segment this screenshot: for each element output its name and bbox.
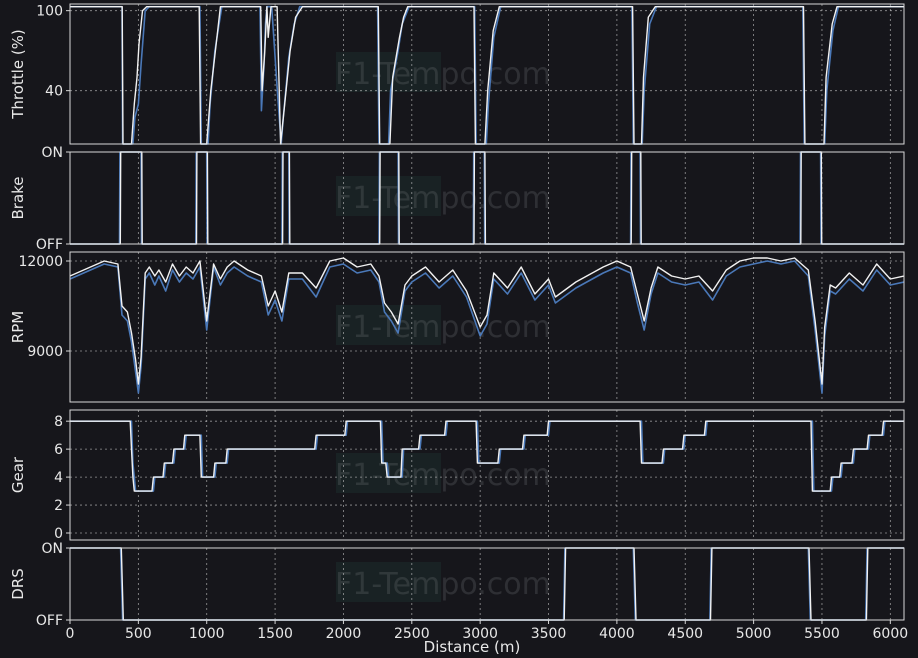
x-tick-label: 500	[125, 626, 152, 642]
x-axis-title: Distance (m)	[424, 638, 521, 656]
drs-y-tick-label: ON	[42, 541, 64, 557]
x-tick-label: 6000	[873, 626, 909, 642]
telemetry-chart: F1-Tempo.com40100Throttle (%)F1-Tempo.co…	[9, 3, 909, 656]
throttle-axis-title: Throttle (%)	[9, 29, 27, 120]
throttle-panel: F1-Tempo.com 40 100 Throttle (%)	[9, 3, 905, 145]
rpm-y-tick-label: 9000	[27, 344, 63, 360]
watermark-text: F1-Tempo.com	[335, 458, 551, 493]
rpm-y-tick-label: 12000	[18, 254, 63, 270]
x-tick-label: 5500	[804, 626, 840, 642]
x-tick-label: 4500	[667, 626, 703, 642]
x-tick-label: 4000	[599, 626, 635, 642]
throttle-y-tick-label: 40	[45, 84, 63, 100]
gear-panel: F1-Tempo.com 0 2 4 6 8 Gear	[9, 409, 905, 542]
gear-y-tick-label: 8	[54, 414, 63, 430]
brake-panel: F1-Tempo.com OFF ON Brake	[9, 145, 905, 253]
x-tick-label: 1500	[257, 626, 293, 642]
gear-axis-title: Gear	[9, 456, 27, 493]
x-tick-label: 2000	[326, 626, 362, 642]
watermark-text: F1-Tempo.com	[335, 310, 551, 345]
x-tick-label: 3500	[531, 626, 567, 642]
watermark-text: F1-Tempo.com	[335, 567, 551, 602]
drs-axis-title: DRS	[9, 568, 27, 600]
gear-y-tick-label: 6	[54, 442, 63, 458]
x-tick-label: 1000	[189, 626, 225, 642]
gear-y-tick-label: 0	[54, 526, 63, 542]
gear-y-tick-label: 4	[54, 470, 63, 486]
throttle-y-tick-label: 100	[36, 4, 63, 20]
watermark-text: F1-Tempo.com	[335, 57, 551, 92]
x-tick-label: 5000	[736, 626, 772, 642]
brake-axis-title: Brake	[9, 176, 27, 219]
x-tick-label: 0	[66, 626, 75, 642]
gear-y-tick-label: 2	[54, 498, 63, 514]
rpm-panel: F1-Tempo.com 9000 12000 RPM	[9, 251, 905, 403]
watermark-text: F1-Tempo.com	[335, 181, 551, 216]
drs-y-tick-label: OFF	[36, 613, 63, 629]
rpm-axis-title: RPM	[9, 311, 27, 343]
drs-panel: F1-Tempo.com OFF ON DRS	[9, 541, 905, 629]
brake-y-tick-label: ON	[42, 145, 64, 161]
brake-y-tick-label: OFF	[36, 237, 63, 253]
